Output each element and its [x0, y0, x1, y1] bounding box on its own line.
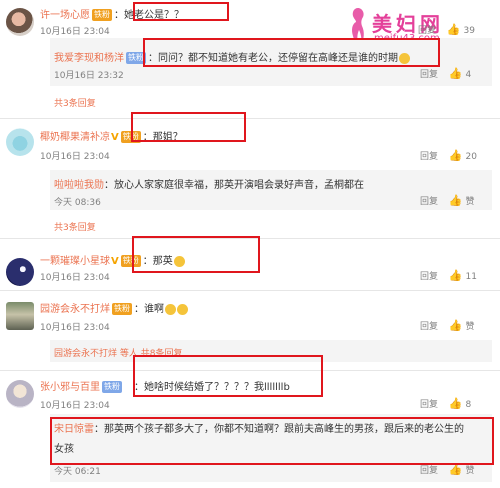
like-button[interactable]: 👍 4: [448, 67, 472, 80]
comment-actions: 回复 👍 39: [418, 23, 475, 36]
comment-time: 10月16日 23:04: [40, 152, 110, 162]
more-replies-link[interactable]: 共3条回复: [54, 220, 96, 233]
reply-button[interactable]: 回复: [420, 400, 438, 410]
thumbs-up-icon: 👍: [448, 269, 463, 282]
comment-actions: 回复 👍 8: [420, 397, 471, 410]
avatar[interactable]: [6, 258, 34, 286]
reply-button[interactable]: 回复: [420, 70, 438, 80]
highlight-box: [50, 417, 494, 465]
comment-actions: 回复 👍 赞: [420, 194, 474, 207]
reply-button[interactable]: 回复: [420, 152, 438, 162]
more-replies-link[interactable]: 共3条回复: [54, 96, 96, 109]
highlight-box: [143, 38, 440, 67]
username[interactable]: 园游会永不打烊: [40, 304, 110, 315]
like-count: 39: [463, 26, 475, 36]
comment-actions: 回复 👍 11: [420, 269, 477, 282]
thumbs-up-icon: 👍: [448, 67, 463, 80]
comment-time: 10月16日 23:04: [40, 323, 110, 333]
comment-actions: 回复 👍 赞: [420, 319, 474, 332]
thumbs-up-icon: 👍: [446, 23, 461, 36]
comment-time: 10月16日 23:04: [40, 273, 110, 283]
verified-icon: V: [111, 256, 119, 267]
highlight-box: [132, 236, 260, 273]
avatar[interactable]: [6, 380, 34, 408]
thumbs-up-icon: 👍: [448, 319, 463, 332]
like-button[interactable]: 👍 39: [446, 23, 475, 36]
comment-time: 今天 08:36: [54, 198, 101, 208]
reply-button[interactable]: 回复: [418, 26, 436, 36]
grin-emoji-icon: [165, 303, 176, 315]
comment-text: ：放心人家家庭很幸福，那英开演唱会录好声音，孟桐都在: [104, 180, 364, 191]
like-button[interactable]: 👍 赞: [449, 463, 475, 476]
highlight-box: [131, 112, 246, 142]
comment-time: 10月16日 23:04: [40, 27, 110, 37]
username[interactable]: 许一场心愿: [40, 10, 90, 21]
reply-button[interactable]: 回复: [420, 197, 438, 207]
username[interactable]: 啦啦啦我勋: [54, 180, 104, 191]
comment-actions: 回复 👍 20: [420, 149, 477, 162]
comment-text: ：谁啊: [134, 304, 164, 315]
fan-badge: 铁粉: [112, 303, 132, 315]
comment-time: 今天 06:21: [54, 467, 101, 477]
reply-button[interactable]: 回复: [420, 322, 438, 332]
comment-time: 10月16日 23:04: [40, 401, 110, 411]
like-count: 20: [465, 152, 477, 162]
comment-7: 园游会永不打烊 铁粉 ：谁啊: [40, 300, 188, 315]
avatar[interactable]: [6, 128, 34, 156]
highlight-box: [133, 2, 229, 21]
fan-badge: 铁粉: [102, 381, 122, 393]
thumbs-up-icon: 👍: [448, 397, 463, 410]
like-button[interactable]: 👍 赞: [448, 319, 475, 332]
highlight-box: [133, 355, 323, 397]
like-button[interactable]: 👍 赞: [448, 194, 475, 207]
fan-badge: 铁粉: [92, 9, 112, 21]
comment-actions: 回复 👍 4: [420, 67, 471, 80]
username[interactable]: 我爱李现和杨洋: [54, 53, 124, 64]
like-button[interactable]: 👍 20: [448, 149, 477, 162]
avatar[interactable]: [6, 302, 34, 330]
thumbs-up-icon: 👍: [448, 194, 463, 207]
like-count: 赞: [465, 322, 475, 332]
comment-4: 啦啦啦我勋：放心人家家庭很幸福，那英开演唱会录好声音，孟桐都在: [54, 176, 364, 191]
comment-time: 10月16日 23:32: [54, 71, 124, 81]
like-count: 11: [465, 272, 477, 282]
username[interactable]: 张小邪与百里: [40, 382, 100, 393]
thumbs-up-icon: 👍: [448, 149, 463, 162]
reply-button[interactable]: 回复: [420, 272, 438, 282]
grin-emoji-icon: [177, 303, 188, 315]
like-button[interactable]: 👍 8: [448, 397, 472, 410]
verified-icon: V: [111, 132, 119, 143]
like-count: 8: [465, 400, 472, 410]
username[interactable]: 椰奶椰果清补凉: [40, 132, 110, 143]
username[interactable]: 一颗璀璨小星球: [40, 256, 110, 267]
like-button[interactable]: 👍 11: [448, 269, 477, 282]
like-count: 4: [465, 70, 472, 80]
like-count: 赞: [465, 466, 475, 476]
like-count: 赞: [465, 197, 475, 207]
avatar[interactable]: [6, 8, 34, 36]
reply-button[interactable]: 回复: [420, 466, 438, 476]
